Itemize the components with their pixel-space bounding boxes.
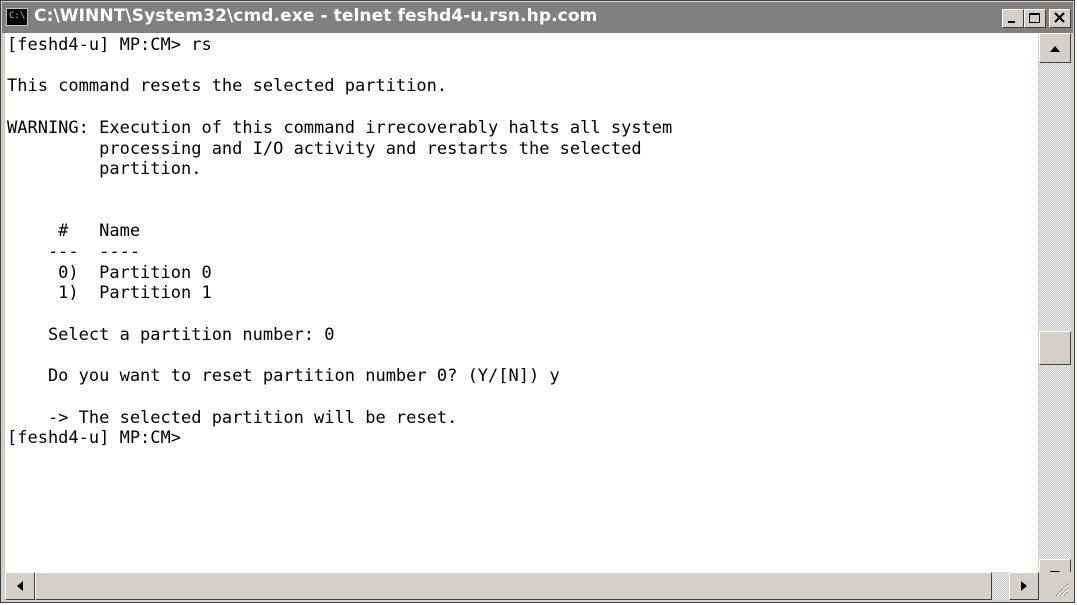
horizontal-scroll-thumb[interactable]	[35, 572, 992, 600]
console-line: WARNING: Execution of this command irrec…	[7, 117, 673, 138]
console-line: [feshd4-u] MP:CM> rs	[7, 35, 212, 55]
arrow-right-icon	[1021, 581, 1027, 591]
console-output[interactable]: [feshd4-u] MP:CM> rs This command resets…	[5, 33, 1038, 589]
close-icon	[1054, 12, 1065, 23]
console-line: partition.	[7, 159, 202, 180]
horizontal-scrollbar[interactable]	[5, 572, 1039, 600]
vertical-scrollbar[interactable]	[1039, 33, 1071, 589]
scroll-up-button[interactable]	[1039, 33, 1071, 63]
console-line: # Name	[7, 221, 141, 242]
minimize-icon	[1008, 21, 1015, 23]
scroll-left-button[interactable]	[5, 572, 35, 600]
console-line: --- ----	[7, 242, 141, 263]
console-text: [feshd4-u] MP:CM> rs This command resets…	[7, 35, 672, 449]
resize-grip[interactable]	[1039, 572, 1071, 600]
console-line: Do you want to reset partition number 0?…	[7, 366, 560, 387]
window-title: C:\WINNT\System32\cmd.exe - telnet feshd…	[34, 6, 598, 26]
vertical-scroll-thumb[interactable]	[1039, 331, 1071, 365]
console-line: 0) Partition 0	[7, 262, 212, 283]
maximize-button[interactable]	[1024, 9, 1046, 28]
arrow-left-icon	[17, 581, 23, 591]
title-bar[interactable]: C:\ C:\WINNT\System32\cmd.exe - telnet f…	[2, 2, 1073, 33]
console-line: [feshd4-u] MP:CM>	[7, 428, 181, 449]
console-line: This command resets the selected partiti…	[7, 76, 448, 97]
scroll-right-button[interactable]	[1009, 572, 1039, 600]
console-line: -> The selected partition will be reset.	[7, 407, 458, 428]
minimize-button[interactable]	[1002, 9, 1024, 28]
console-line: 1) Partition 1	[7, 283, 212, 304]
console-window: C:\ C:\WINNT\System32\cmd.exe - telnet f…	[0, 0, 1075, 603]
arrow-up-icon	[1050, 46, 1060, 52]
console-app-icon[interactable]: C:\	[6, 8, 28, 26]
resize-grip-icon	[1055, 583, 1069, 597]
maximize-icon	[1029, 13, 1040, 23]
console-line: Select a partition number: 0	[7, 324, 335, 345]
close-button[interactable]	[1049, 9, 1071, 28]
console-line: processing and I/O activity and restarts…	[7, 138, 642, 159]
